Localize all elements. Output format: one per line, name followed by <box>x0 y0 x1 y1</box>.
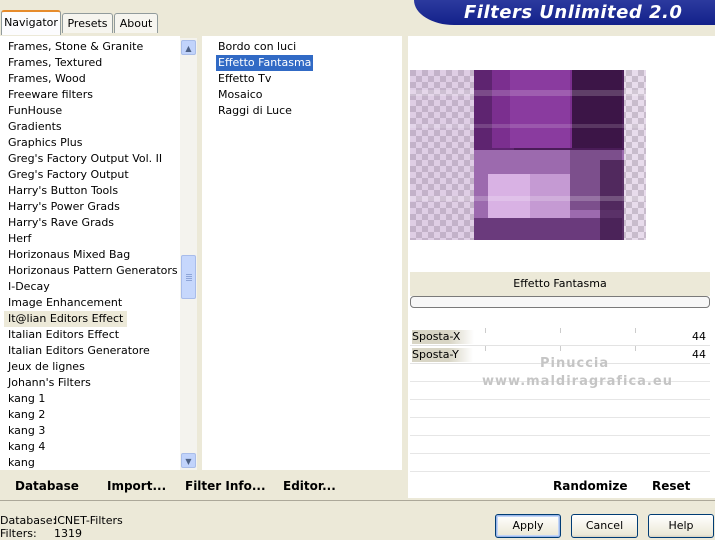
tab-about[interactable]: About <box>114 13 158 33</box>
param-label: Sposta-X <box>412 330 475 344</box>
database-button[interactable]: Database <box>15 478 79 494</box>
category-item[interactable]: Image Enhancement <box>8 295 122 311</box>
category-item[interactable]: Gradients <box>8 119 62 135</box>
category-item[interactable]: Greg's Factory Output Vol. II <box>8 151 162 167</box>
param-label: Sposta-Y <box>412 348 473 362</box>
category-item[interactable]: Johann's Filters <box>8 375 91 391</box>
category-item[interactable]: kang 3 <box>8 423 45 439</box>
category-item[interactable]: It@lian Editors Effect <box>4 311 128 327</box>
tab-navigator[interactable]: Navigator <box>1 10 61 35</box>
watermark-name: Pinuccia <box>540 356 610 371</box>
cancel-button[interactable]: Cancel <box>571 514 638 538</box>
reset-button[interactable]: Reset <box>652 478 690 494</box>
watermark-url: www.maldiragrafica.eu <box>482 374 673 389</box>
effect-name: Effetto Fantasma <box>410 272 710 296</box>
category-item[interactable]: Greg's Factory Output <box>8 167 129 183</box>
category-item[interactable]: Frames, Textured <box>8 55 102 71</box>
filter-item[interactable]: Effetto Tv <box>216 71 273 87</box>
category-item[interactable]: I-Decay <box>8 279 50 295</box>
editor-button[interactable]: Editor... <box>283 478 336 494</box>
database-value: ICNET-Filters <box>54 514 123 527</box>
progress-bar <box>410 296 710 308</box>
category-item[interactable]: kang <box>8 455 35 470</box>
category-scrollbar[interactable]: ▲ ▼ <box>180 38 197 470</box>
category-item[interactable]: Herf <box>8 231 31 247</box>
scrollbar-thumb[interactable] <box>181 255 196 299</box>
category-list[interactable]: Frames, Stone & Granite Frames, Textured F… <box>0 36 180 470</box>
category-item[interactable]: Frames, Wood <box>8 71 86 87</box>
filter-item[interactable]: Raggi di Luce <box>216 103 294 119</box>
app-title: Filters Unlimited 2.0 <box>464 2 683 23</box>
category-item[interactable]: Harry's Button Tools <box>8 183 118 199</box>
param-row-empty <box>410 436 710 454</box>
filter-item[interactable]: Effetto Fantasma <box>216 55 314 71</box>
category-item[interactable]: Horizonaus Mixed Bag <box>8 247 130 263</box>
category-item[interactable]: Italian Editors Effect <box>8 327 119 343</box>
param-row-empty <box>410 454 710 472</box>
randomize-button[interactable]: Randomize <box>553 478 627 494</box>
category-item[interactable]: Freeware filters <box>8 87 93 103</box>
filter-item[interactable]: Bordo con luci <box>216 39 298 55</box>
param-value: 44 <box>692 330 706 343</box>
filter-item[interactable]: Mosaico <box>216 87 265 103</box>
category-item[interactable]: FunHouse <box>8 103 62 119</box>
filters-label: Filters: <box>0 527 37 540</box>
apply-button[interactable]: Apply <box>495 514 561 538</box>
category-item[interactable]: Graphics Plus <box>8 135 82 151</box>
category-item[interactable]: kang 4 <box>8 439 45 455</box>
category-item[interactable]: kang 2 <box>8 407 45 423</box>
separator <box>0 500 715 501</box>
category-item[interactable]: Harry's Power Grads <box>8 199 120 215</box>
category-item[interactable]: Jeux de lignes <box>8 359 85 375</box>
database-label: Database: <box>0 514 57 527</box>
category-item[interactable]: Frames, Stone & Granite <box>8 39 143 55</box>
chevron-down-icon[interactable]: ▼ <box>181 453 196 468</box>
filter-info-button[interactable]: Filter Info... <box>185 478 266 494</box>
filter-list[interactable]: Bordo con luci Effetto Fantasma Effetto Tv… <box>202 36 402 470</box>
param-row-empty <box>410 400 710 418</box>
category-item[interactable]: Italian Editors Generatore <box>8 343 150 359</box>
param-value: 44 <box>692 348 706 361</box>
tab-presets[interactable]: Presets <box>62 13 113 33</box>
import-button[interactable]: Import... <box>107 478 166 494</box>
preview-image <box>410 70 646 240</box>
chevron-up-icon[interactable]: ▲ <box>181 40 196 55</box>
category-item[interactable]: kang 1 <box>8 391 45 407</box>
param-row-sposta-x[interactable]: Sposta-X 44 <box>410 328 710 346</box>
param-row-empty <box>410 418 710 436</box>
filters-count: 1319 <box>54 527 82 540</box>
help-button[interactable]: Help <box>648 514 714 538</box>
category-item[interactable]: Harry's Rave Grads <box>8 215 114 231</box>
category-item[interactable]: Horizonaus Pattern Generators <box>8 263 178 279</box>
